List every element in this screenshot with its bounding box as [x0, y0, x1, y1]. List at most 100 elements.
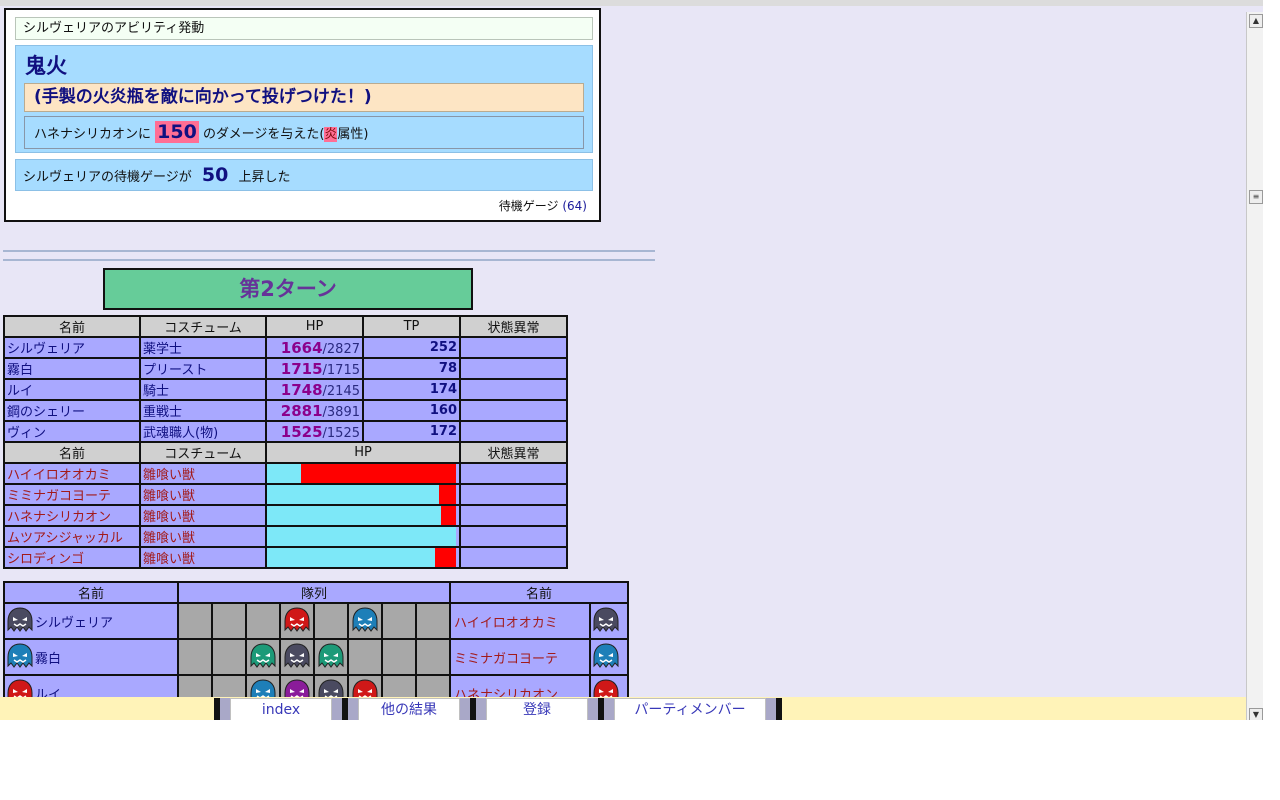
col-header-hp: HP [265, 441, 461, 464]
formation-slot [313, 638, 349, 676]
ghost-icon [282, 643, 312, 668]
formation-enemy-icon-cell [589, 602, 629, 640]
party-member-status [459, 399, 568, 422]
ghost-icon [316, 643, 346, 668]
ghost-icon [248, 643, 278, 668]
formation-enemy-name: ハイイロオオカミ [449, 602, 591, 640]
formation-slot [415, 602, 451, 640]
formation-slot [177, 638, 213, 676]
gauge-value: 50 [201, 164, 229, 186]
party-row: ヴィン 武魂職人(物) 1525/1525 172 [3, 420, 568, 443]
formation-slot [347, 638, 383, 676]
enemy-row: ミミナガコヨーテ 雛喰い獣 [3, 483, 568, 506]
formation-header-ally: 名前 [3, 581, 179, 604]
gauge-suffix: 上昇した [238, 170, 291, 185]
col-header-costume: コスチューム [139, 315, 267, 338]
party-member-hp: 1748/2145 [265, 378, 364, 401]
enemy-row: ムツアシジャッカル 雛喰い獣 [3, 525, 568, 548]
page-viewport: シルヴェリアのアビリティ発動 鬼火 (手製の火炎瓶を敵に向かって投げつけた！) … [0, 0, 1263, 720]
enemy-hp-fill [267, 548, 435, 567]
col-header-costume: コスチューム [139, 441, 267, 464]
formation-header-order: 隊列 [177, 581, 451, 604]
party-member-costume: プリースト [139, 357, 267, 380]
hp-max: /1525 [322, 425, 360, 441]
ability-main-panel: 鬼火 (手製の火炎瓶を敵に向かって投げつけた！) ハネナシリカオンに 150 の… [15, 45, 593, 153]
enemy-status [459, 462, 568, 485]
party-row: シルヴェリア 薬学士 1664/2827 252 [3, 336, 568, 359]
formation-slot [211, 638, 247, 676]
enemy-hp-bar-cell [265, 504, 461, 527]
turn-title: 第2ターン [103, 268, 473, 310]
hp-max: /2827 [322, 341, 360, 357]
formation-slot [381, 638, 417, 676]
enemy-hp-bar-cell [265, 525, 461, 548]
enemy-name: ハイイロオオカミ [3, 462, 141, 485]
enemy-status [459, 483, 568, 506]
nav-party-members-link[interactable]: パーティメンバー [614, 698, 766, 720]
damage-suffix: のダメージを与えた( [202, 127, 325, 142]
hp-current: 1748 [280, 380, 323, 399]
element-suffix: 属性) [337, 127, 369, 142]
formation-ally: 霧白 [3, 638, 179, 676]
nav-other-results-link[interactable]: 他の結果 [358, 698, 460, 720]
hp-max: /2145 [322, 383, 360, 399]
nav-index-link[interactable]: index [230, 698, 332, 720]
formation-ally-name: シルヴェリア [35, 615, 114, 631]
party-member-name: 鋼のシェリー [3, 399, 141, 422]
party-member-costume: 薬学士 [139, 336, 267, 359]
damage-message: ハネナシリカオンに 150 のダメージを与えた(炎属性) [24, 116, 584, 149]
party-member-name: ルイ [3, 378, 141, 401]
gauge-total: (64) [562, 199, 587, 213]
gauge-label: 待機ゲージ [498, 199, 559, 213]
enemy-costume: 雛喰い獣 [139, 462, 267, 485]
formation-slot [313, 602, 349, 640]
party-header-row: 名前 コスチューム HP TP 状態異常 [3, 315, 568, 338]
enemy-name: シロディンゴ [3, 546, 141, 569]
formation-enemy-icon-cell [589, 638, 629, 676]
formation-slot [279, 602, 315, 640]
party-member-costume: 武魂職人(物) [139, 420, 267, 443]
col-header-tp: TP [362, 315, 461, 338]
enemy-costume: 雛喰い獣 [139, 483, 267, 506]
ghost-icon [591, 607, 621, 632]
ghost-icon [5, 642, 35, 672]
enemy-name: ミミナガコヨーテ [3, 483, 141, 506]
hp-current: 1664 [280, 338, 323, 357]
enemy-status [459, 525, 568, 548]
enemy-hp-bar [267, 506, 456, 525]
col-header-status: 状態異常 [459, 441, 568, 464]
enemy-hp-fill [267, 464, 301, 483]
formation-slot [245, 638, 281, 676]
nav-register-link[interactable]: 登録 [486, 698, 588, 720]
scroll-up-icon[interactable]: ▲ [1249, 14, 1263, 28]
party-member-tp: 160 [362, 399, 461, 422]
gauge-message: シルヴェリアの待機ゲージが 50 上昇した [15, 159, 593, 191]
formation-row: 霧白 ミミナガコヨーテ [3, 638, 629, 676]
enemy-costume: 雛喰い獣 [139, 525, 267, 548]
party-member-tp: 252 [362, 336, 461, 359]
formation-slot [211, 602, 247, 640]
enemy-hp-bar [267, 548, 456, 567]
enemy-hp-fill [267, 506, 441, 525]
ghost-icon [591, 643, 621, 668]
party-member-status [459, 378, 568, 401]
nav-menu: index 他の結果 登録 パーティメンバー [214, 698, 782, 720]
gauge-prefix: シルヴェリアの待機ゲージが [23, 170, 192, 185]
party-member-costume: 重戦士 [139, 399, 267, 422]
enemy-hp-bar-cell [265, 546, 461, 569]
divider [3, 250, 655, 252]
scroll-down-icon[interactable]: ▼ [1249, 708, 1263, 720]
party-member-hp: 1664/2827 [265, 336, 364, 359]
scroll-thumb[interactable]: ≡ [1249, 190, 1263, 204]
status-table: 名前 コスチューム HP TP 状態異常 シルヴェリア 薬学士 1664/2827 2… [3, 315, 568, 569]
gauge-footer: 待機ゲージ (64) [499, 197, 587, 214]
enemy-row: ハイイロオオカミ 雛喰い獣 [3, 462, 568, 485]
enemy-hp-fill [267, 485, 439, 504]
hp-current: 1525 [280, 422, 323, 441]
col-header-hp: HP [265, 315, 364, 338]
party-row: 霧白 プリースト 1715/1715 78 [3, 357, 568, 380]
party-member-status [459, 420, 568, 443]
formation-table: 名前 隊列 名前 シルヴェリア ハイイロオオカミ 霧白 ミミナガコヨーテ ルイ ハネナシリ… [3, 581, 629, 712]
enemy-row: シロディンゴ 雛喰い獣 [3, 546, 568, 569]
vertical-scrollbar[interactable]: ▲ ≡ ▼ [1246, 12, 1263, 720]
